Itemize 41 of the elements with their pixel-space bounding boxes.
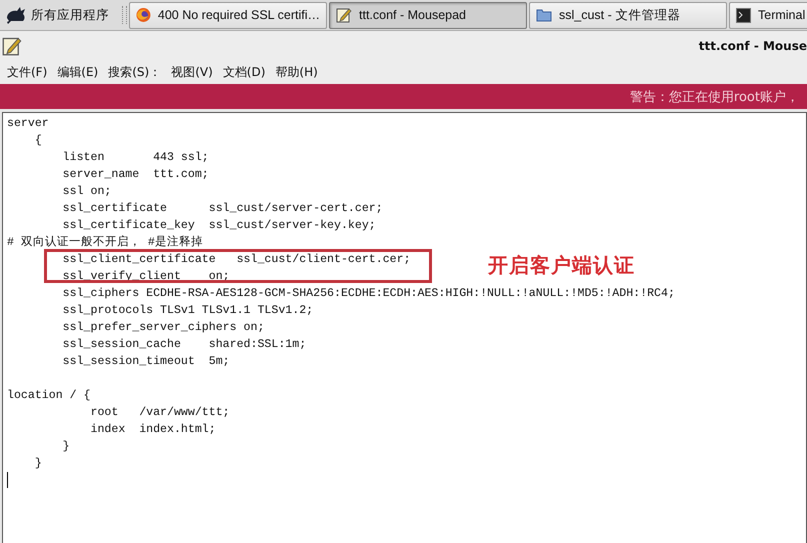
menu-item[interactable]: 视图(V) bbox=[171, 64, 213, 80]
code-line: ssl_client_certificate ssl_cust/client-cert.cer; bbox=[62, 253, 411, 266]
code-line: } bbox=[34, 457, 42, 470]
menu-item[interactable]: 帮助(H) bbox=[275, 64, 318, 80]
code-line: server_name ttt.com; bbox=[62, 168, 209, 181]
menu-item[interactable]: 搜索(S)： bbox=[108, 64, 162, 80]
browser-icon bbox=[136, 7, 151, 23]
code-line: ssl_certificate ssl_cust/server-cert.cer; bbox=[62, 202, 383, 215]
code-line: index index.html; bbox=[89, 423, 216, 436]
code-line: ssl_verify_client on; bbox=[62, 270, 230, 283]
notepad-icon bbox=[2, 36, 22, 56]
code-line: server bbox=[7, 117, 49, 130]
annotation-label: 开启客户端认证 bbox=[488, 252, 635, 279]
code-line: ssl_session_cache shared:SSL:1m; bbox=[62, 338, 306, 351]
code-line: ssl_certificate_key ssl_cust/server-key.key; bbox=[62, 219, 376, 232]
code-line: ssl_prefer_server_ciphers on; bbox=[62, 321, 264, 334]
terminal-icon bbox=[736, 8, 751, 22]
menu-item[interactable]: 编辑(E) bbox=[57, 64, 98, 80]
menu-item[interactable]: 文档(D) bbox=[222, 64, 266, 80]
code-line: root /var/www/ttt; bbox=[89, 406, 230, 419]
folder-icon bbox=[536, 8, 552, 22]
code-line: # 双向认证一般不开启， #是注释掉 bbox=[7, 236, 203, 249]
code-line: location / { bbox=[7, 389, 90, 402]
code-line: ssl on; bbox=[62, 185, 112, 198]
notepad-icon bbox=[336, 7, 352, 23]
code-line: ssl_session_timeout 5m; bbox=[62, 355, 230, 368]
taskbar-button[interactable]: 400 No required SSL certifi… bbox=[129, 2, 327, 28]
text-cursor bbox=[7, 472, 8, 488]
apps-menu-button[interactable]: 所有应用程序 bbox=[0, 5, 120, 25]
taskbar-button[interactable]: ttt.conf - Mousepad bbox=[329, 2, 527, 28]
menu-item[interactable]: 文件(F) bbox=[7, 64, 48, 80]
window-title: ttt.conf - Mouse bbox=[698, 38, 807, 52]
code-line: } bbox=[62, 440, 70, 453]
code-line: { bbox=[34, 134, 42, 147]
mouse-icon bbox=[4, 5, 28, 25]
taskbar-button[interactable]: ssl_cust - 文件管理器 bbox=[529, 2, 727, 28]
code-line: ssl_protocols TLSv1 TLSv1.1 TLSv1.2; bbox=[62, 304, 314, 317]
code-line: ssl_ciphers ECDHE-RSA-AES128-GCM-SHA256:ECDHE:ECDH:AES:HIGH:!NULL:!aNULL:!MD5:!ADH:!RC4; bbox=[62, 287, 675, 300]
code-line: listen 443 ssl; bbox=[62, 151, 209, 164]
taskbar-button[interactable]: Terminal bbox=[729, 2, 807, 28]
warning-message: 警告：您正在使用root账户， bbox=[630, 88, 799, 106]
